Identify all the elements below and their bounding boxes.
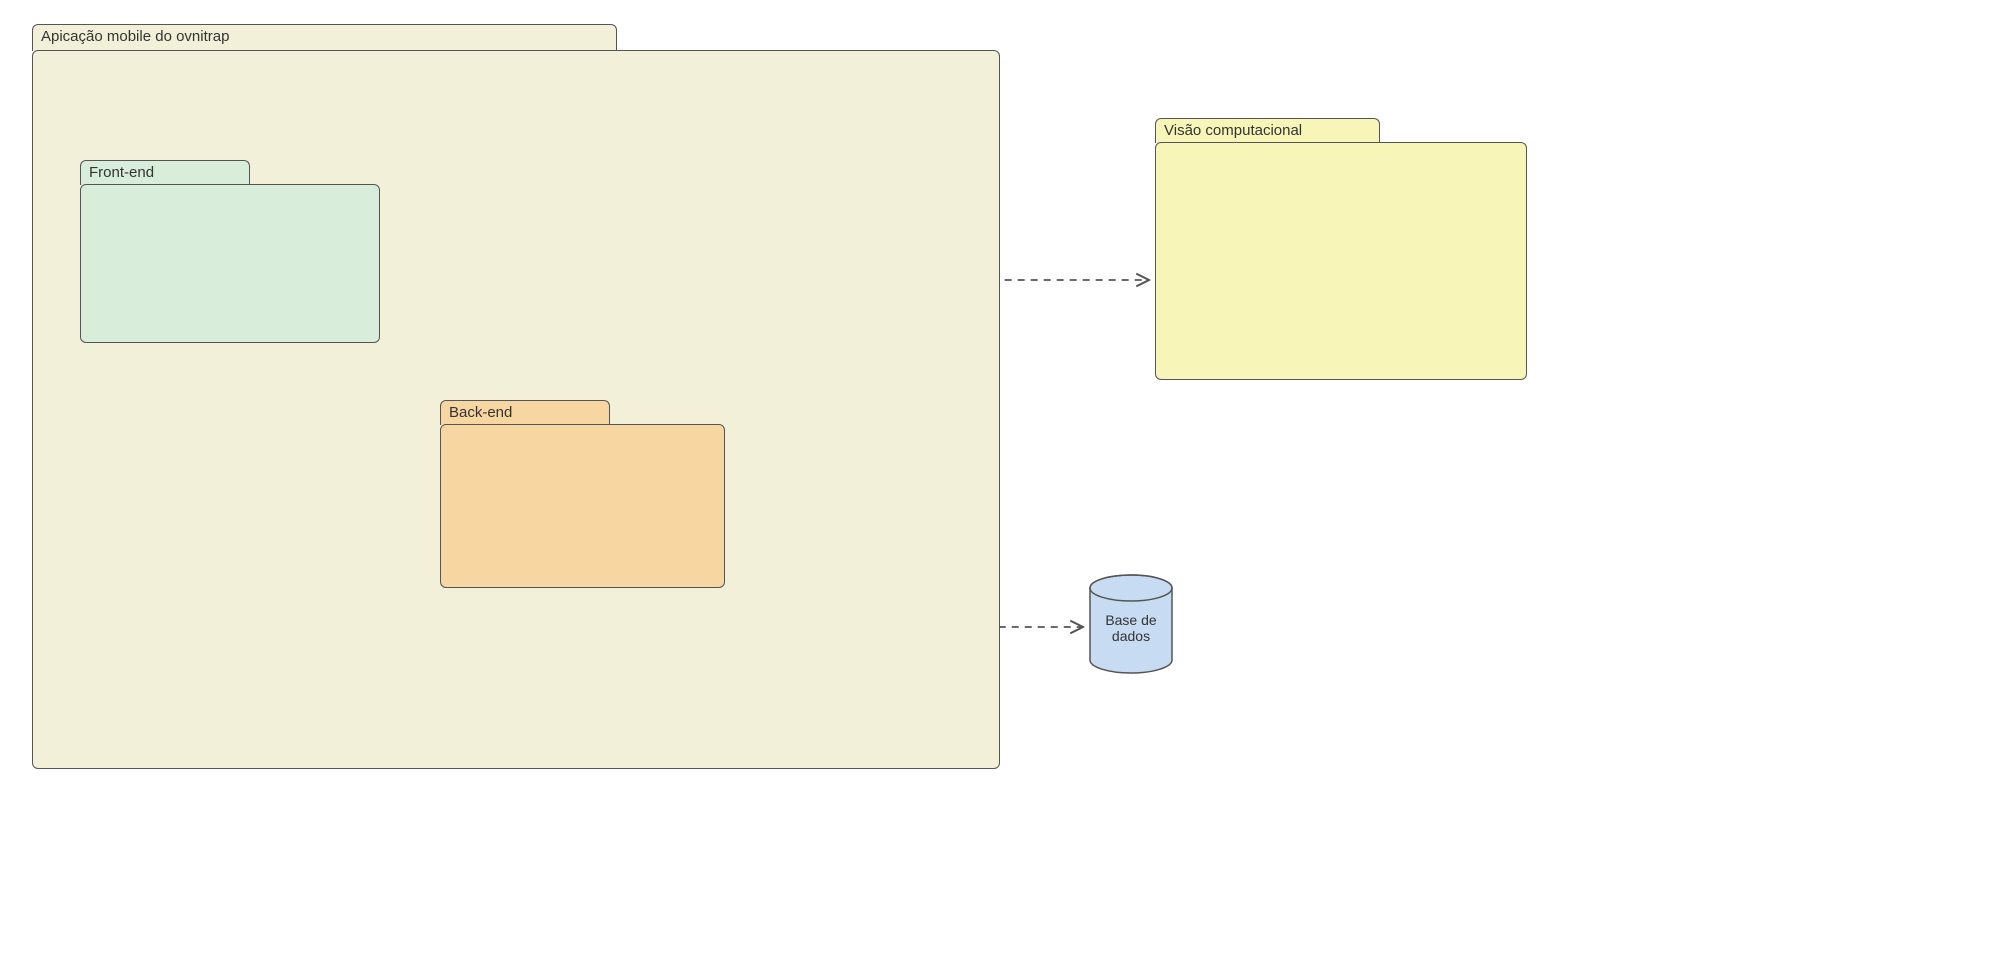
- package-backend-label: Back-end: [449, 404, 512, 421]
- package-backend-tab: Back-end: [440, 400, 610, 425]
- package-vision-label: Visão computacional: [1164, 122, 1302, 139]
- database-label-line2: dados: [1112, 628, 1150, 644]
- database-label-line1: Base de: [1105, 612, 1156, 628]
- package-backend: Back-end: [440, 400, 725, 588]
- package-app: Apicação mobile do ovnitrap: [32, 24, 1000, 769]
- package-frontend: Front-end: [80, 160, 380, 343]
- package-frontend-tab: Front-end: [80, 160, 250, 185]
- package-frontend-label: Front-end: [89, 164, 154, 181]
- package-vision: Visão computacional: [1155, 118, 1527, 380]
- package-app-tab: Apicação mobile do ovnitrap: [32, 24, 617, 51]
- database-node: Base de dados: [1088, 574, 1174, 674]
- package-app-label: Apicação mobile do ovnitrap: [41, 28, 229, 45]
- package-vision-body: [1155, 142, 1527, 380]
- package-backend-body: [440, 424, 725, 588]
- package-vision-tab: Visão computacional: [1155, 118, 1380, 143]
- package-frontend-body: [80, 184, 380, 343]
